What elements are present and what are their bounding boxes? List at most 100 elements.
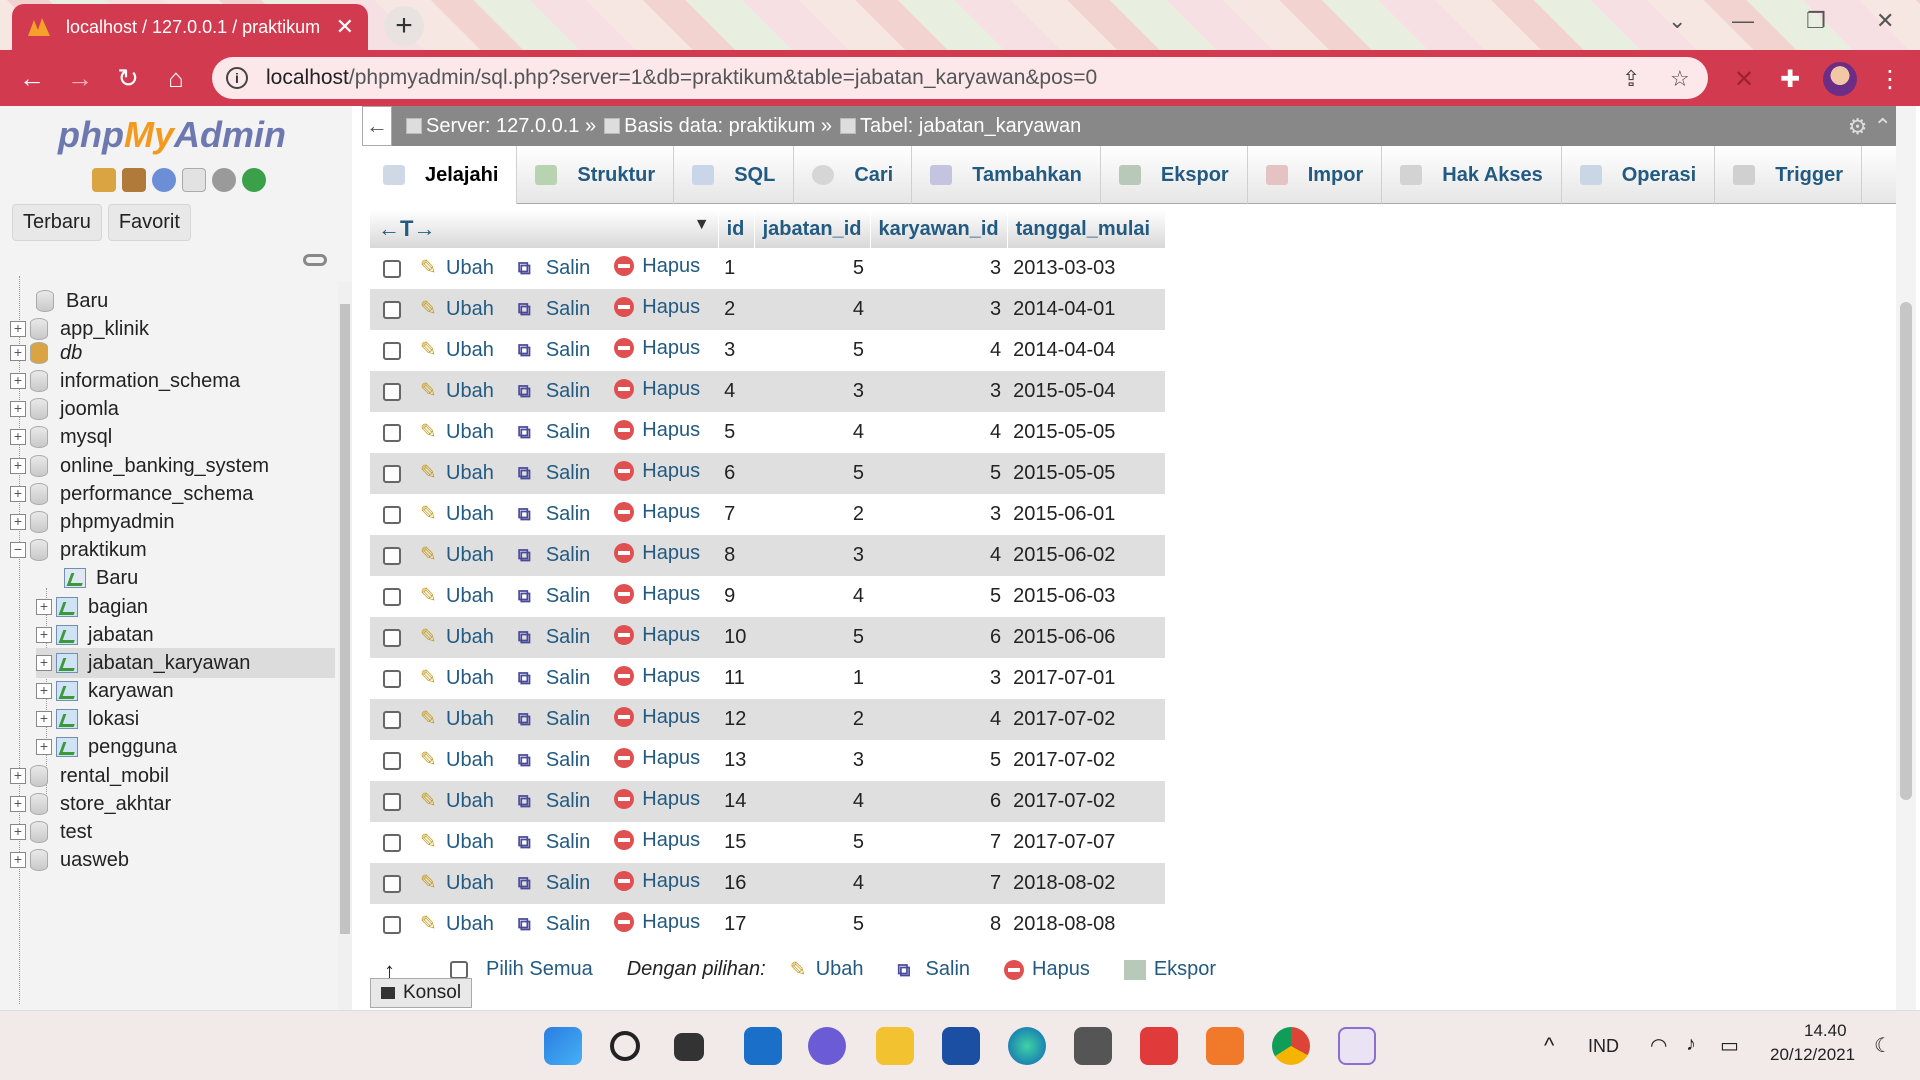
row-edit-link[interactable]: ✎ Ubah: [420, 421, 494, 444]
expand-icon[interactable]: +: [10, 768, 26, 784]
row-delete-link[interactable]: Hapus: [614, 419, 700, 442]
cell-id[interactable]: 10: [718, 617, 755, 658]
table-row[interactable]: ✎ Ubah ⧉ Salin Hapus 2 4 3 2014-04-01: [370, 289, 1166, 330]
cell-id[interactable]: 17: [718, 904, 755, 945]
table-row[interactable]: ✎ Ubah ⧉ Salin Hapus 5 4 4 2015-05-05: [370, 412, 1166, 453]
expand-icon[interactable]: +: [10, 321, 26, 337]
cell-tanggal-mulai[interactable]: 2015-06-01: [1007, 494, 1166, 535]
row-edit-link[interactable]: ✎ Ubah: [420, 913, 494, 936]
row-checkbox[interactable]: [383, 751, 401, 770]
home-button[interactable]: ⌂: [158, 60, 194, 96]
row-checkbox[interactable]: [383, 464, 401, 483]
cell-tanggal-mulai[interactable]: 2014-04-04: [1007, 330, 1166, 371]
cell-tanggal-mulai[interactable]: 2017-07-02: [1007, 740, 1166, 781]
tab-operations[interactable]: Operasi: [1562, 146, 1716, 204]
cell-jabatan-id[interactable]: 4: [754, 576, 871, 617]
cell-jabatan-id[interactable]: 4: [754, 863, 871, 904]
table-row[interactable]: ✎ Ubah ⧉ Salin Hapus 12 2 4 2017-07-02: [370, 699, 1166, 740]
row-copy-link[interactable]: ⧉ Salin: [518, 872, 590, 895]
tree-item-store-akhtar[interactable]: + store_akhtar: [10, 789, 335, 819]
tab-import[interactable]: Impor: [1248, 146, 1383, 204]
table-row[interactable]: ✎ Ubah ⧉ Salin Hapus 9 4 5 2015-06-03: [370, 576, 1166, 617]
cell-tanggal-mulai[interactable]: 2015-06-03: [1007, 576, 1166, 617]
row-edit-link[interactable]: ✎ Ubah: [420, 462, 494, 485]
clock-time[interactable]: 14.40: [1804, 1021, 1847, 1041]
row-delete-link[interactable]: Hapus: [614, 378, 700, 401]
column-header-tanggal-mulai[interactable]: tanggal_mulai: [1007, 210, 1166, 248]
help-icon[interactable]: [152, 168, 176, 192]
tree-item-table-lokasi[interactable]: + lokasi: [36, 704, 335, 734]
task-view-icon[interactable]: [674, 1033, 704, 1061]
row-checkbox[interactable]: [383, 546, 401, 565]
row-edit-link[interactable]: ✎ Ubah: [420, 749, 494, 772]
cell-karyawan-id[interactable]: 6: [870, 781, 1008, 822]
cell-id[interactable]: 13: [718, 740, 755, 781]
expand-icon[interactable]: +: [10, 514, 26, 530]
cell-jabatan-id[interactable]: 4: [754, 289, 871, 330]
expand-icon[interactable]: +: [36, 627, 52, 643]
cell-id[interactable]: 16: [718, 863, 755, 904]
expand-icon[interactable]: +: [10, 796, 26, 812]
tab-close-icon[interactable]: ✕: [336, 14, 354, 40]
row-edit-link[interactable]: ✎ Ubah: [420, 257, 494, 280]
cell-jabatan-id[interactable]: 5: [754, 330, 871, 371]
scrollbar-thumb[interactable]: [1900, 302, 1912, 800]
expand-icon[interactable]: +: [10, 429, 26, 445]
main-scrollbar[interactable]: [1896, 106, 1916, 1010]
tab-browse[interactable]: Jelajahi: [365, 146, 518, 204]
tree-item-phpmyadmin[interactable]: + phpmyadmin: [10, 507, 335, 537]
row-delete-link[interactable]: Hapus: [614, 255, 700, 278]
expand-icon[interactable]: +: [10, 486, 26, 502]
chrome-icon[interactable]: [1272, 1027, 1310, 1065]
tree-item-test[interactable]: + test: [10, 817, 335, 847]
cell-karyawan-id[interactable]: 3: [870, 494, 1008, 535]
cell-jabatan-id[interactable]: 5: [754, 822, 871, 863]
cell-id[interactable]: 11: [718, 658, 755, 699]
cell-tanggal-mulai[interactable]: 2015-05-04: [1007, 371, 1166, 412]
edge-browser-icon[interactable]: [1008, 1027, 1046, 1065]
column-nav-arrows[interactable]: ←T→: [378, 216, 435, 241]
collapse-panel-icon[interactable]: ←: [362, 106, 392, 146]
breadcrumb-table[interactable]: Tabel: jabatan_karyawan: [839, 115, 1081, 138]
snipping-tool-icon[interactable]: [1338, 1027, 1376, 1065]
home-icon[interactable]: [92, 168, 116, 192]
breadcrumb-server[interactable]: Server: 127.0.0.1 »: [406, 115, 596, 138]
cell-id[interactable]: 1: [718, 248, 755, 289]
expand-icon[interactable]: +: [10, 852, 26, 868]
logout-icon[interactable]: [122, 168, 146, 192]
cell-jabatan-id[interactable]: 3: [754, 740, 871, 781]
table-row[interactable]: ✎ Ubah ⧉ Salin Hapus 14 4 6 2017-07-02: [370, 781, 1166, 822]
tree-item-online-banking-system[interactable]: + online_banking_system: [10, 451, 335, 481]
cell-karyawan-id[interactable]: 4: [870, 330, 1008, 371]
tree-item-new-table[interactable]: Baru: [64, 563, 335, 593]
table-row[interactable]: ✎ Ubah ⧉ Salin Hapus 6 5 5 2015-05-05: [370, 453, 1166, 494]
row-checkbox[interactable]: [383, 628, 401, 647]
close-window-icon[interactable]: ✕: [1876, 8, 1894, 34]
cell-id[interactable]: 2: [718, 289, 755, 330]
breadcrumb-database[interactable]: Basis data: praktikum »: [604, 115, 832, 138]
link-chain-icon[interactable]: [303, 254, 327, 266]
cell-id[interactable]: 6: [718, 453, 755, 494]
tree-item-rental-mobil[interactable]: + rental_mobil: [10, 761, 335, 791]
cell-tanggal-mulai[interactable]: 2017-07-07: [1007, 822, 1166, 863]
row-edit-link[interactable]: ✎ Ubah: [420, 667, 494, 690]
cell-jabatan-id[interactable]: 3: [754, 535, 871, 576]
row-edit-link[interactable]: ✎ Ubah: [420, 339, 494, 362]
tab-search[interactable]: Cari: [794, 146, 913, 204]
row-copy-link[interactable]: ⧉ Salin: [518, 339, 590, 362]
cell-jabatan-id[interactable]: 2: [754, 699, 871, 740]
row-copy-link[interactable]: ⧉ Salin: [518, 708, 590, 731]
cell-tanggal-mulai[interactable]: 2015-05-05: [1007, 412, 1166, 453]
row-edit-link[interactable]: ✎ Ubah: [420, 872, 494, 895]
docs-icon[interactable]: [182, 168, 206, 192]
volume-icon[interactable]: ♪: [1686, 1033, 1696, 1056]
refresh-icon[interactable]: [242, 168, 266, 192]
scrollbar-thumb[interactable]: [340, 304, 350, 934]
row-copy-link[interactable]: ⧉ Salin: [518, 462, 590, 485]
cell-karyawan-id[interactable]: 8: [870, 904, 1008, 945]
cell-tanggal-mulai[interactable]: 2015-06-02: [1007, 535, 1166, 576]
site-info-icon[interactable]: i: [226, 67, 248, 89]
row-checkbox[interactable]: [383, 669, 401, 688]
notifications-icon[interactable]: ☾: [1874, 1033, 1892, 1058]
console-toggle-button[interactable]: Konsol: [370, 978, 473, 1008]
